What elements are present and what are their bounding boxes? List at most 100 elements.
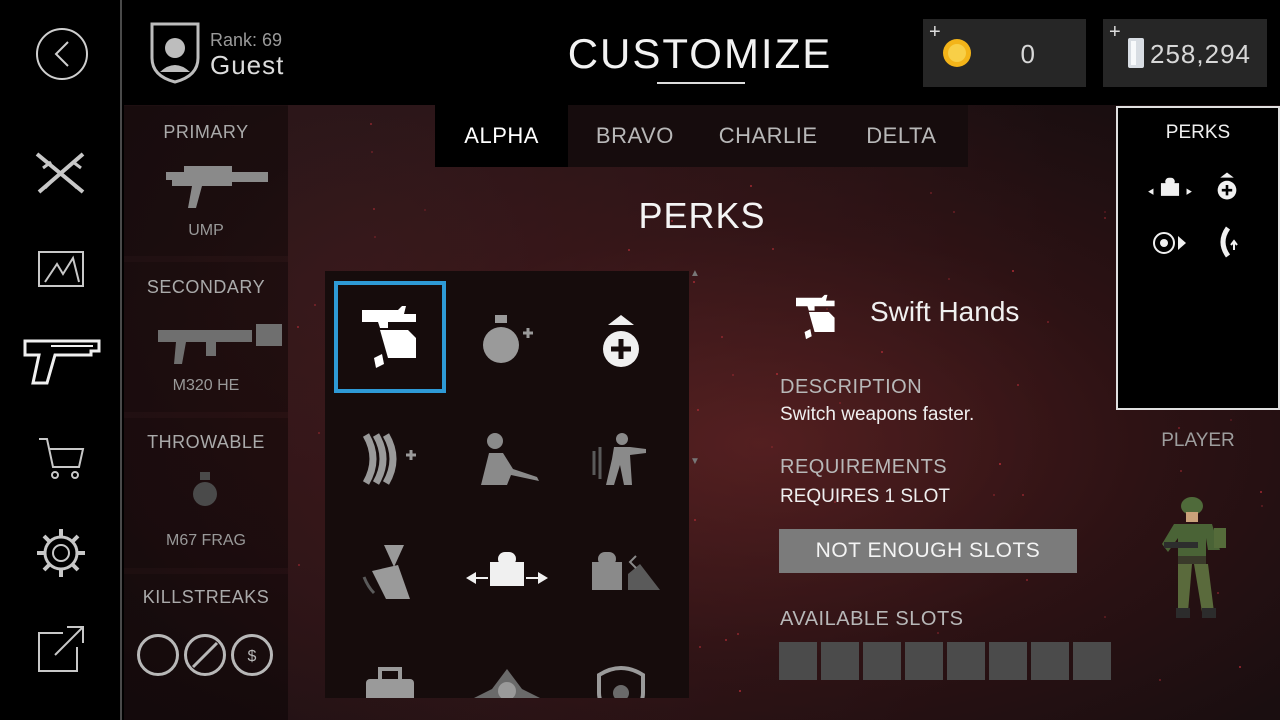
spark [313, 304, 316, 307]
grid-scroll-down-icon[interactable]: ▼ [690, 456, 700, 467]
equipped-health-boost-icon [1217, 172, 1237, 200]
spark [423, 208, 426, 211]
silver-amount: 258,294 [1150, 39, 1251, 69]
throwable-header: THROWABLE [147, 432, 265, 452]
shopping-cart-icon [39, 438, 85, 479]
perk-toolbox[interactable] [334, 633, 446, 698]
back-icon [54, 41, 69, 67]
perk-health-boost[interactable] [565, 285, 677, 397]
tab-bravo[interactable]: BRAVO [568, 105, 701, 167]
perk-wide-radar[interactable] [451, 517, 563, 629]
killstreak-money-icon: $ [231, 634, 273, 676]
section-title: PERKS [638, 195, 766, 236]
requirements-label: REQUIREMENTS [780, 456, 948, 478]
spark [937, 631, 940, 634]
requirements-text: REQUIRES 1 SLOT [780, 486, 950, 507]
silver-currency[interactable]: + 258,294 [1103, 19, 1267, 87]
quick-reload-icon [362, 545, 410, 599]
available-slot [863, 642, 901, 680]
perk-quick-reload[interactable] [334, 517, 446, 629]
nav-weapons-button[interactable] [16, 326, 106, 396]
killstreak-drone-icon [137, 634, 179, 676]
tab-delta[interactable]: DELTA [835, 105, 968, 167]
tab-charlie[interactable]: CHARLIE [702, 105, 835, 167]
add-gold-plus[interactable]: + [929, 21, 941, 44]
gold-currency[interactable]: + 0 [923, 19, 1086, 87]
perk-extra-ammo[interactable] [334, 403, 446, 515]
gear-icon [37, 529, 85, 577]
equipped-perks-panel: PERKS [1116, 106, 1280, 410]
nav-external-link-button[interactable] [16, 614, 106, 684]
rank-label: Rank: 69 [210, 30, 283, 50]
perk-turret-cover[interactable] [565, 517, 677, 629]
ump-weapon-icon [166, 166, 268, 208]
available-slot [1031, 642, 1069, 680]
title-underline [657, 82, 745, 84]
description-label: DESCRIPTION [780, 376, 923, 398]
perk-name: Swift Hands [870, 296, 1020, 327]
spark [692, 280, 695, 283]
player-name: Guest [210, 50, 285, 80]
spark [1103, 217, 1106, 220]
perk-blast[interactable] [451, 633, 563, 698]
back-button[interactable] [36, 28, 88, 80]
extra-ammo-icon [362, 433, 416, 485]
explosion-card-icon [38, 251, 84, 287]
perk-extra-grenade[interactable] [451, 285, 563, 397]
spark [731, 373, 734, 376]
svg-text:$: $ [248, 648, 257, 665]
player-soldier-avatar [1162, 497, 1226, 618]
health-boost-icon [603, 315, 639, 367]
silver-bar-icon [1128, 38, 1144, 68]
spark [749, 185, 752, 188]
extra-grenade-icon [483, 315, 533, 363]
secondary-header: SECONDARY [146, 277, 266, 297]
grid-scroll-up-icon[interactable]: ▲ [690, 268, 700, 279]
equipped-wide-radar-icon [1148, 177, 1192, 196]
spark [370, 122, 373, 125]
spark [880, 351, 883, 354]
tab-alpha[interactable]: ALPHA [435, 105, 569, 167]
pistol-icon [23, 339, 101, 385]
shield-icon [597, 666, 645, 698]
toolbox-icon [366, 667, 414, 698]
sniper-camo-icon [481, 433, 539, 485]
available-slot [779, 642, 817, 680]
perk-grid [325, 271, 689, 698]
spark [992, 493, 995, 496]
swift-hands-icon [362, 306, 416, 368]
grenade-launcher-icon [158, 324, 282, 364]
crossed-rifles-icon [35, 152, 85, 194]
gold-coin-icon [943, 39, 971, 67]
rank-shield-icon [150, 22, 200, 84]
nav-killstreaks-button[interactable] [16, 232, 106, 302]
nav-loadouts-button[interactable] [16, 138, 106, 208]
available-slot [821, 642, 859, 680]
add-silver-plus[interactable]: + [1109, 21, 1121, 44]
description-text: Switch weapons faster. [780, 404, 975, 425]
primary-header: PRIMARY [163, 122, 249, 142]
equipped-radar-burst-icon [1153, 232, 1186, 254]
secondary-name: M320 HE [172, 377, 240, 394]
loadout-tabs: ALPHA BRAVO CHARLIE DELTA [435, 105, 968, 167]
throwable-name: M67 FRAG [165, 532, 246, 549]
primary-name: UMP [188, 222, 224, 239]
spark [1177, 426, 1180, 429]
nav-store-button[interactable] [16, 424, 106, 494]
perk-sniper-camo[interactable] [451, 403, 563, 515]
killstreaks-header: KILLSTREAKS [142, 587, 270, 607]
nav-settings-button[interactable] [16, 518, 106, 588]
available-slot [989, 642, 1027, 680]
not-enough-slots-button[interactable]: NOT ENOUGH SLOTS [779, 529, 1077, 573]
equipped-ammo-boost-icon [1220, 226, 1238, 258]
perk-swift-hands[interactable] [334, 281, 446, 393]
spark [1159, 678, 1162, 681]
equipped-perks-header: PERKS [1165, 122, 1231, 143]
available-slot [905, 642, 943, 680]
perk-fast-move[interactable] [565, 403, 677, 515]
spark [929, 191, 932, 194]
fast-move-icon [592, 433, 646, 485]
gold-amount: 0 [1020, 39, 1036, 69]
nav-rail [0, 0, 122, 720]
perk-shield[interactable] [565, 633, 677, 698]
